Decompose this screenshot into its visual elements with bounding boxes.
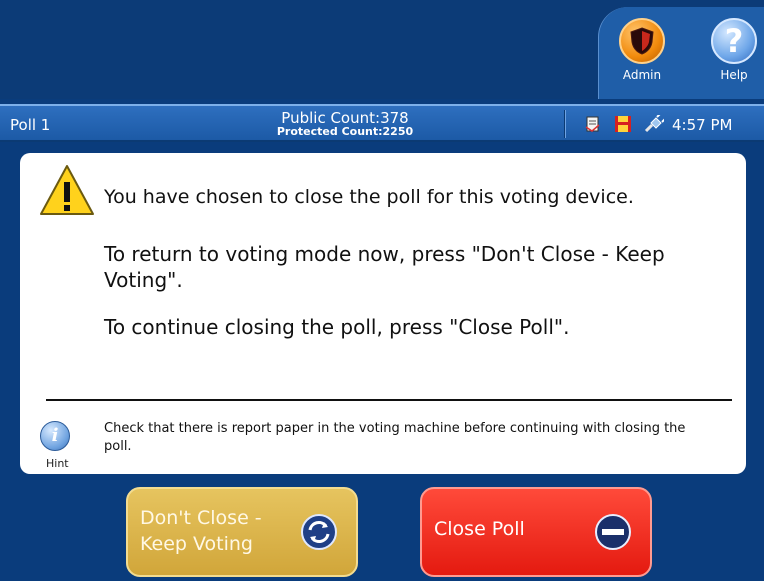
info-icon: i [40,421,70,451]
poll-name: Poll 1 [10,116,51,134]
admin-button[interactable]: Admin [612,18,672,96]
continue-closing-instructions: To continue closing the poll, press "Clo… [104,315,570,339]
return-to-voting-instructions: To return to voting mode now, press "Don… [104,242,665,292]
hint-divider [46,399,732,401]
help-label: Help [720,68,748,82]
status-divider [564,110,566,138]
close-poll-message: You have chosen to close the poll for th… [104,186,634,208]
report-icon [584,115,602,133]
question-mark-icon: ? [711,18,757,64]
close-poll-button[interactable]: Close Poll [420,487,652,577]
stop-minus-icon [594,513,632,551]
save-disk-icon [614,115,632,133]
hint-label: Hint [46,457,69,470]
admin-label: Admin [622,68,662,82]
help-button[interactable]: ? Help [704,18,764,96]
protected-count-label: Protected Count: [276,125,383,138]
power-plug-icon [644,113,666,133]
shield-icon [619,18,665,64]
ballot-counts: Public Count:378 Protected Count:2250 [270,109,420,138]
keep-voting-label: Don't Close - Keep Voting [140,507,262,555]
status-bar: Poll 1 Public Count:378 Protected Count:… [0,104,764,142]
keep-voting-button[interactable]: Don't Close - Keep Voting [126,487,358,577]
hint-text: Check that there is report paper in the … [104,421,686,454]
clock: 4:57 PM [672,116,733,134]
protected-count: Protected Count:2250 [270,125,420,138]
warning-icon [38,162,96,224]
refresh-cycle-icon [300,513,338,551]
close-poll-label: Close Poll [434,518,525,540]
protected-count-value: 2250 [382,125,414,138]
